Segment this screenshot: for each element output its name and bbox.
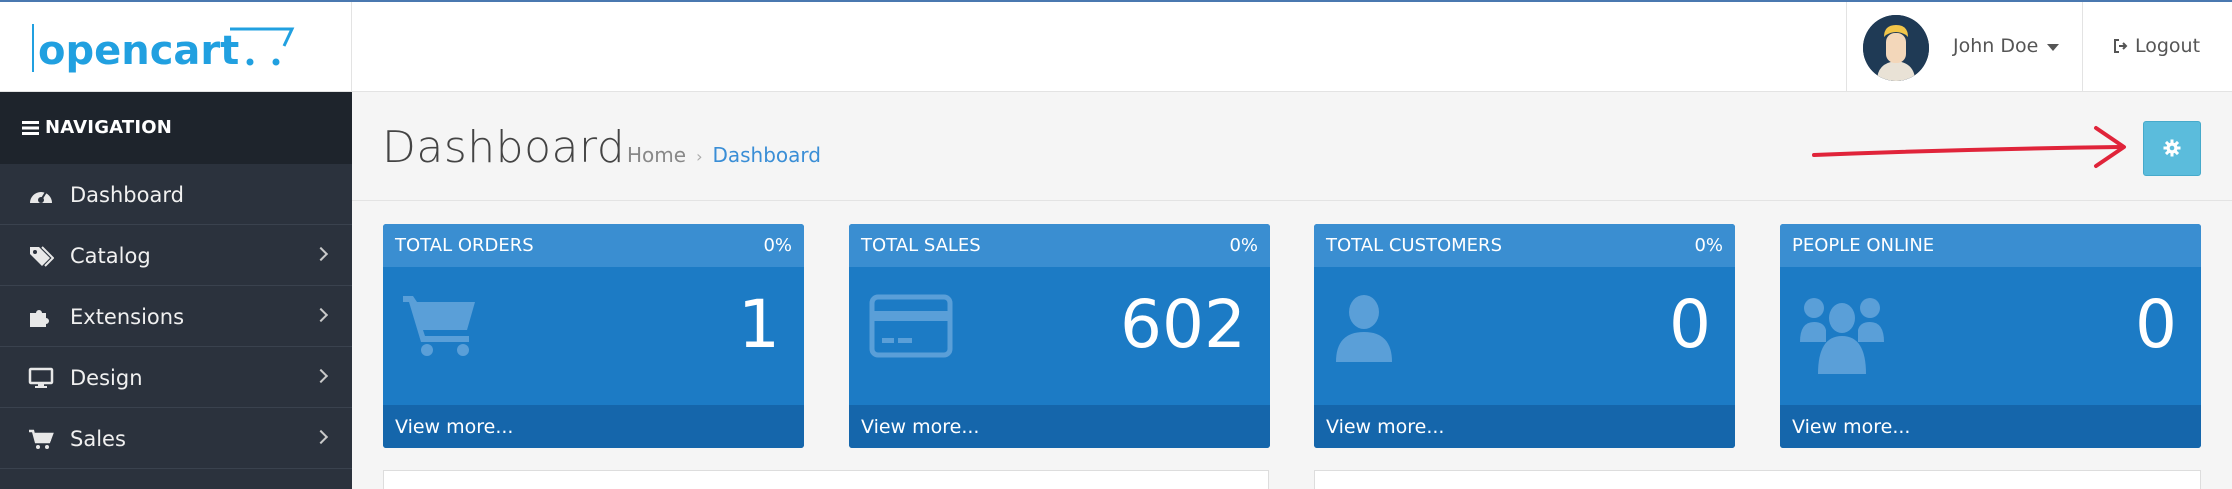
tile-percent: 0% [1694,235,1723,256]
sidebar-item-design[interactable]: Design [0,347,352,408]
tile-header: TOTAL CUSTOMERS 0% [1314,224,1735,267]
tile-header: PEOPLE ONLINE [1780,224,2201,267]
menu-icon [22,121,39,135]
chevron-right-icon [313,368,329,384]
credit-card-icon [869,294,953,358]
tile-title: TOTAL SALES [861,235,981,256]
cart-icon [403,296,475,356]
users-icon [1800,298,1884,374]
dashboard-panel-right [1314,470,2201,489]
sidebar-item-label: Dashboard [70,183,184,207]
tile-total-customers: TOTAL CUSTOMERS 0% 0 View more... [1314,224,1735,448]
logout-button[interactable]: Logout [2082,2,2232,92]
cart-icon [29,429,54,449]
sidebar-item-label: Extensions [70,305,185,329]
user-icon [1336,295,1392,362]
top-header: opencart John Doe Logout [0,0,2232,92]
chevron-right-icon [313,246,329,262]
sidebar-item-catalog[interactable]: Catalog [0,225,352,286]
sidebar-item-sales[interactable]: Sales [0,408,352,469]
settings-button[interactable] [2143,121,2201,176]
chevron-right-icon [313,429,329,445]
view-more-link[interactable]: View more... [1792,416,1910,438]
gear-icon [2163,139,2181,157]
logout-label: Logout [2135,35,2201,57]
tile-footer: View more... [383,405,804,448]
user-name: John Doe [1953,35,2039,57]
sidebar-item-dashboard[interactable]: Dashboard [0,164,352,225]
dashboard-panel-left [383,470,1269,489]
sidebar-item-label: Design [70,366,143,390]
nav-header[interactable]: NAVIGATION [0,92,352,164]
logo-text: opencart [38,28,239,74]
breadcrumb-separator: › [696,147,703,166]
tile-people-online: PEOPLE ONLINE 0 View more... [1780,224,2201,448]
sidebar-item-extensions[interactable]: Extensions [0,286,352,347]
tile-header: TOTAL ORDERS 0% [383,224,804,267]
tags-icon [30,246,54,267]
sidebar-item-label: Sales [70,427,126,451]
tile-percent: 0% [1229,235,1258,256]
chevron-right-icon [313,307,329,323]
view-more-link[interactable]: View more... [395,416,513,438]
tile-total-orders: TOTAL ORDERS 0% 1 View more... [383,224,804,448]
tile-percent: 0% [763,235,792,256]
breadcrumb-current-link[interactable]: Dashboard [712,143,821,167]
tile-value: 0 [2135,286,2177,363]
tile-header: TOTAL SALES 0% [849,224,1270,267]
tile-footer: View more... [849,405,1270,448]
tile-footer: View more... [1314,405,1735,448]
sign-out-icon [2114,39,2128,53]
tile-value: 0 [1669,286,1711,363]
view-more-link[interactable]: View more... [861,416,979,438]
breadcrumb-home-link[interactable]: Home [627,143,686,167]
tile-title: TOTAL ORDERS [395,235,534,256]
tile-footer: View more... [1780,405,2201,448]
breadcrumb: Home › Dashboard [627,143,821,167]
dashboard-icon [30,191,52,203]
title-divider [352,200,2232,201]
tile-title: TOTAL CUSTOMERS [1326,235,1502,256]
desktop-icon [28,367,54,388]
annotation-arrow [1812,126,2126,168]
tile-total-sales: TOTAL SALES 0% 602 View more... [849,224,1270,448]
puzzle-icon [30,310,49,327]
view-more-link[interactable]: View more... [1326,416,1444,438]
user-avatar-icon [1863,15,1929,81]
sidebar-item-label: Catalog [70,244,151,268]
page-title: Dashboard [382,122,626,173]
avatar [1863,15,1929,81]
sidebar: NAVIGATION Dashboard Catalog Extensions [0,92,352,489]
caret-down-icon [2047,44,2059,51]
tile-value: 1 [738,286,780,363]
user-menu[interactable]: John Doe [1846,2,2082,92]
logo[interactable]: opencart [0,2,352,92]
tile-value: 602 [1120,286,1246,363]
opencart-logo: opencart [32,24,295,74]
tile-title: PEOPLE ONLINE [1792,235,1935,256]
nav-header-label: NAVIGATION [45,117,173,138]
